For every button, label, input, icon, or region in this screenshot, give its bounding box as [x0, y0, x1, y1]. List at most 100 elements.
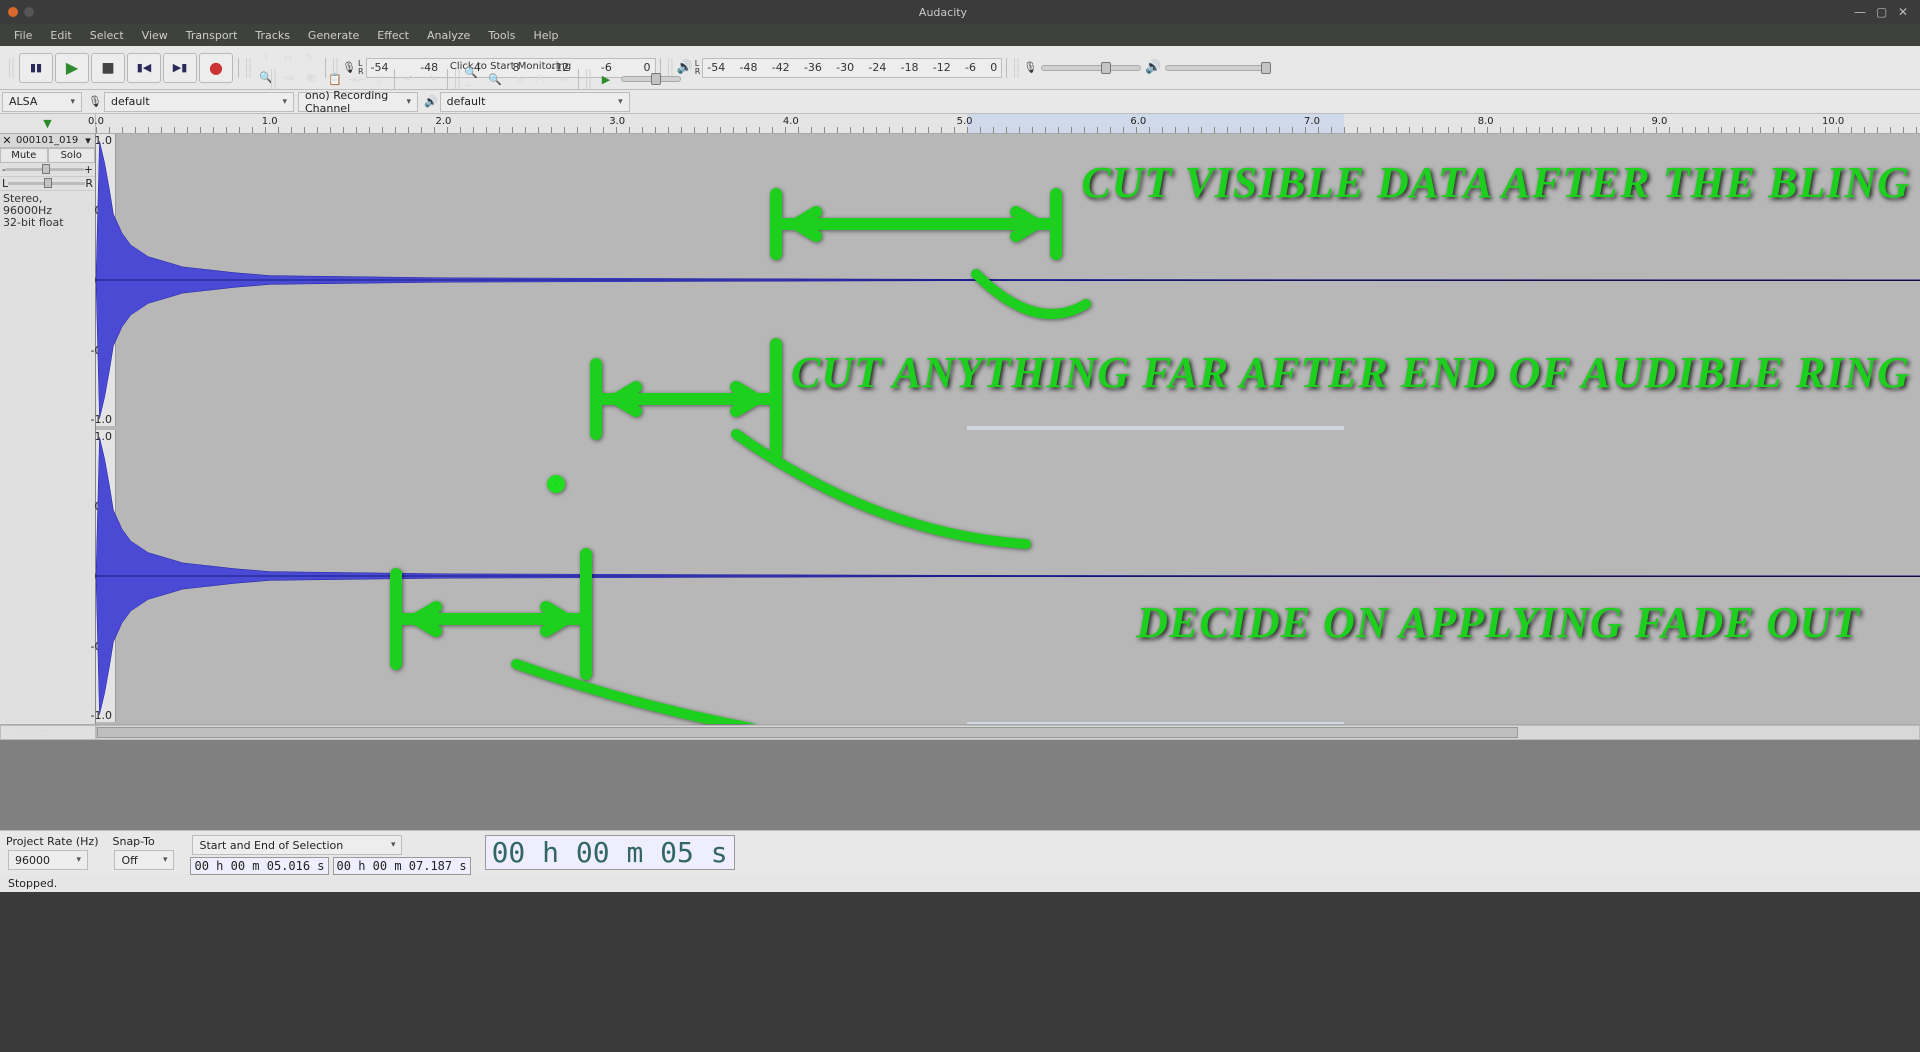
cut-button[interactable]: ✂	[280, 69, 302, 89]
timeline-tick: 4.0	[783, 116, 799, 127]
project-rate-combo[interactable]: 96000	[8, 850, 88, 870]
trim-button[interactable]: ⇥⇤	[346, 69, 368, 89]
menu-view[interactable]: View	[134, 27, 176, 44]
fit-selection-button[interactable]: ⇲	[508, 69, 530, 89]
record-button[interactable]: ●	[199, 53, 233, 83]
mute-button[interactable]: Mute	[0, 148, 48, 163]
draw-tool[interactable]: ✎	[299, 48, 321, 68]
menu-file[interactable]: File	[6, 27, 40, 44]
zoom-out-button[interactable]: 🔍-	[486, 69, 508, 89]
track-name[interactable]: 000101_019	[14, 135, 81, 146]
combo-value: Start and End of Selection	[199, 839, 343, 852]
selection-toolbar: Project Rate (Hz) 96000 Snap-To Off Star…	[0, 830, 1920, 874]
menu-effect[interactable]: Effect	[369, 27, 417, 44]
playback-device-combo[interactable]: default	[440, 92, 630, 112]
skip-start-button[interactable]: ▮◀	[127, 53, 161, 83]
timeline-tick: 8.0	[1478, 116, 1494, 127]
maximize-button[interactable]: ▢	[1876, 5, 1890, 19]
playback-volume-slider[interactable]	[1165, 65, 1265, 71]
zoom-toggle-button[interactable]: ↔	[552, 69, 574, 89]
meter-tick: -54	[707, 61, 725, 74]
empty-track-space[interactable]	[0, 740, 1920, 830]
close-button[interactable]: ✕	[1898, 5, 1912, 19]
recording-device-combo[interactable]: default	[104, 92, 294, 112]
waveform-channel-left[interactable]: 1.0 0.5 0.0 -0.5 -1.0	[96, 134, 1920, 426]
track-select-button[interactable]: Select	[0, 725, 96, 740]
toolbar-grip[interactable]	[246, 58, 252, 78]
menu-tools[interactable]: Tools	[480, 27, 523, 44]
track-info-format: Stereo, 96000Hz	[3, 193, 92, 217]
waveform-channel-right[interactable]: 1.0 0.5 0.0 -0.5 -1.0	[96, 430, 1920, 722]
toolbar-grip[interactable]	[1014, 58, 1020, 78]
menu-help[interactable]: Help	[525, 27, 566, 44]
toolbar-grip[interactable]	[271, 69, 277, 89]
fit-project-button[interactable]: ⇱	[530, 69, 552, 89]
fit-proj-icon: ⇱	[536, 73, 545, 86]
silence-icon: ▯	[376, 73, 382, 86]
edit-icons-row: ✂ ⧉ 📋 ⇥⇤ ▯ ↶ ↷ 🔍+ 🔍- ⇲ ⇱ ↔ ▶	[268, 68, 685, 90]
playback-meter[interactable]: -54 -48 -42 -36 -30 -24 -18 -12 -6 0	[702, 58, 1002, 78]
menu-analyze[interactable]: Analyze	[419, 27, 478, 44]
gain-slider[interactable]: - +	[0, 163, 95, 177]
mic-icon: 🎙	[1023, 61, 1037, 74]
timeline-ruler[interactable]: ▼ 0.01.02.03.04.05.06.07.08.09.010.0	[0, 114, 1920, 134]
track-menu-button[interactable]: ▾	[81, 134, 95, 147]
envelope-tool[interactable]: ↔	[277, 48, 299, 68]
window-titlebar: Audacity — ▢ ✕	[0, 0, 1920, 24]
copy-button[interactable]: ⧉	[302, 69, 324, 89]
timeline-tick: 5.0	[957, 116, 973, 127]
menu-edit[interactable]: Edit	[42, 27, 79, 44]
menu-select[interactable]: Select	[82, 27, 132, 44]
minimize-button[interactable]: —	[1854, 5, 1868, 19]
play-button[interactable]: ▶	[55, 53, 89, 83]
solo-button[interactable]: Solo	[48, 148, 96, 163]
waveform-svg	[96, 134, 1920, 426]
paste-button[interactable]: 📋	[324, 69, 346, 89]
menu-generate[interactable]: Generate	[300, 27, 367, 44]
combo-value: ALSA	[9, 95, 37, 108]
menu-tracks[interactable]: Tracks	[247, 27, 298, 44]
record-icon: ●	[209, 58, 223, 77]
project-rate-label: Project Rate (Hz)	[6, 835, 98, 848]
toolbar-grip[interactable]	[9, 58, 15, 78]
selection-mode-combo[interactable]: Start and End of Selection	[192, 835, 402, 855]
copy-icon: ⧉	[309, 72, 317, 86]
meter-tick: -12	[933, 61, 951, 74]
audio-position-display[interactable]: 00 h 00 m 05 s	[485, 835, 735, 870]
pin-icon[interactable]: ▼	[43, 117, 51, 130]
meter-tick: 0	[990, 61, 997, 74]
recording-channels-combo[interactable]: ono) Recording Channel	[298, 92, 418, 112]
timeline-tick: 1.0	[262, 116, 278, 127]
zoom-toggle-icon: ↔	[558, 73, 567, 86]
play-speed-slider[interactable]	[621, 76, 681, 82]
silence-button[interactable]: ▯	[368, 69, 390, 89]
status-text: Stopped.	[8, 877, 57, 890]
pause-button[interactable]: ▮▮	[19, 53, 53, 83]
skip-end-icon: ▶▮	[173, 61, 188, 74]
waveform-region[interactable]: 1.0 0.5 0.0 -0.5 -1.0 1.0 0.5 0.0 -0.5 -…	[96, 134, 1920, 724]
pan-slider[interactable]: L R	[0, 177, 95, 191]
selection-end-time[interactable]: 00 h 00 m 07.187 s	[333, 857, 471, 875]
toolbar-grip[interactable]	[586, 69, 592, 89]
stop-button[interactable]: ■	[91, 53, 125, 83]
snap-to-combo[interactable]: Off	[114, 850, 174, 870]
timeline-tick: 9.0	[1651, 116, 1667, 127]
selection-start-time[interactable]: 00 h 00 m 05.016 s	[190, 857, 328, 875]
play-at-speed-button[interactable]: ▶	[595, 69, 617, 89]
zoom-in-button[interactable]: 🔍+	[464, 69, 486, 89]
audio-host-combo[interactable]: ALSA	[2, 92, 82, 112]
redo-button[interactable]: ↷	[421, 69, 443, 89]
toolbar-grip[interactable]	[455, 69, 461, 89]
skip-end-button[interactable]: ▶▮	[163, 53, 197, 83]
selection-tool[interactable]: I	[255, 48, 277, 68]
track-close-button[interactable]: ✕	[0, 134, 14, 147]
undo-button[interactable]: ↶	[399, 69, 421, 89]
meter-tick: -6	[965, 61, 976, 74]
menu-transport[interactable]: Transport	[178, 27, 246, 44]
recording-volume-slider[interactable]	[1041, 65, 1141, 71]
edit-toolbar-row: ALSA 🎙 default ono) Recording Channel 🔊 …	[0, 90, 1920, 114]
scissors-icon: ✂	[286, 73, 295, 86]
horizontal-scrollbar[interactable]	[96, 725, 1920, 740]
toolbar-area: ▮▮ ▶ ■ ▮◀ ▶▮ ● I ↔ ✎ 🔍 ⇔ ✱ 🎙 LR -54 -48 …	[0, 46, 1920, 114]
timeline-tick: 10.0	[1822, 116, 1844, 127]
